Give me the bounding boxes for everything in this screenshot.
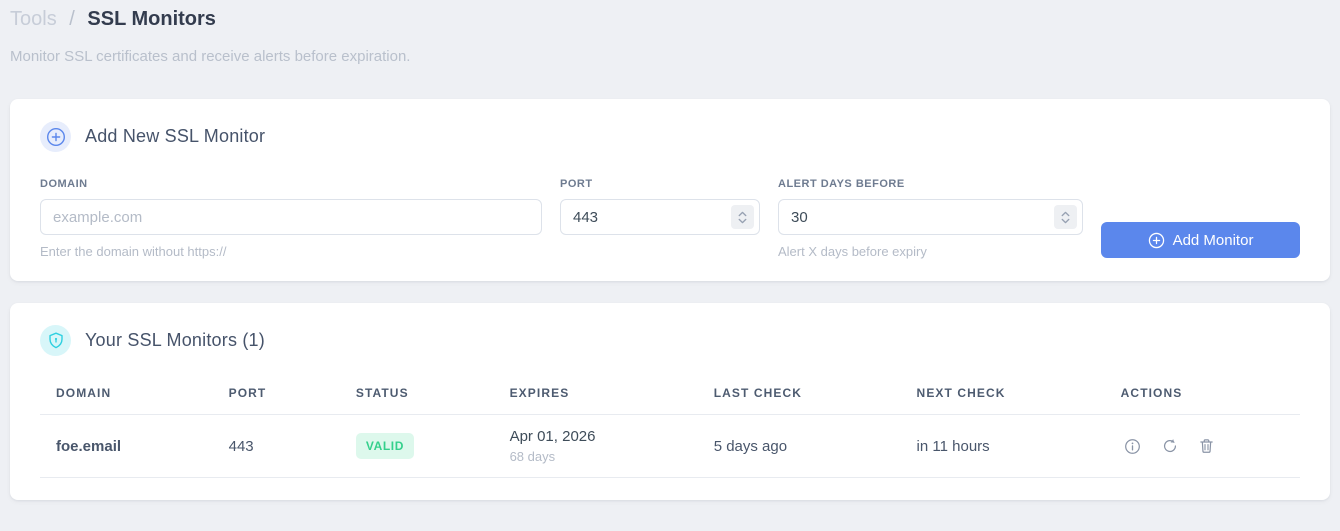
- refresh-button[interactable]: [1159, 435, 1181, 457]
- cell-domain: foe.email: [40, 414, 213, 478]
- chevron-down-icon: [738, 218, 747, 223]
- column-header-port: PORT: [212, 372, 340, 415]
- plus-circle-icon: [1148, 232, 1164, 248]
- cell-next-check: in 11 hours: [900, 414, 1105, 478]
- breadcrumb-tools-link[interactable]: Tools: [10, 8, 57, 30]
- expires-days-remaining: 68 days: [509, 449, 556, 464]
- domain-label: DOMAIN: [40, 178, 88, 190]
- column-header-domain: DOMAIN: [40, 372, 213, 415]
- add-monitor-form: DOMAIN Enter the domain without https://…: [40, 178, 1300, 259]
- port-input[interactable]: [560, 199, 760, 235]
- cell-port: 443: [212, 414, 340, 478]
- monitors-card: Your SSL Monitors (1) DOMAIN PORT STATUS…: [10, 303, 1330, 500]
- monitors-title: Your SSL Monitors (1): [85, 330, 265, 350]
- add-monitor-card: Add New SSL Monitor DOMAIN Enter the dom…: [10, 99, 1330, 281]
- add-monitor-card-header: Add New SSL Monitor: [40, 121, 1300, 152]
- trash-icon: [1200, 439, 1213, 453]
- add-monitor-button-label: Add Monitor: [1172, 231, 1254, 249]
- table-row: foe.email 443 VALID Apr 01, 2026 68 days…: [40, 414, 1300, 478]
- page-subtitle: Monitor SSL certificates and receive ale…: [10, 48, 411, 65]
- table-header-row: DOMAIN PORT STATUS EXPIRES LAST CHECK NE…: [40, 372, 1300, 415]
- plus-circle-icon: [40, 121, 71, 152]
- domain-field-group: DOMAIN Enter the domain without https://: [40, 178, 542, 259]
- chevron-up-icon: [1061, 211, 1070, 216]
- refresh-icon: [1163, 439, 1176, 453]
- alert-days-input[interactable]: [778, 199, 1083, 235]
- port-field-group: PORT: [560, 178, 760, 235]
- cell-status: VALID: [339, 414, 494, 478]
- chevron-down-icon: [1061, 218, 1070, 223]
- alert-days-field-group: ALERT DAYS BEFORE Alert X days before ex…: [778, 178, 1083, 259]
- cell-actions: [1104, 414, 1300, 478]
- page-title: SSL Monitors: [87, 8, 216, 30]
- column-header-next-check: NEXT CHECK: [900, 372, 1105, 415]
- info-button[interactable]: [1121, 435, 1144, 458]
- port-stepper[interactable]: [731, 205, 754, 229]
- info-icon: [1124, 438, 1140, 454]
- status-badge: VALID: [355, 433, 414, 459]
- ssl-monitors-page: Tools / SSL Monitors Monitor SSL certifi…: [0, 0, 1340, 500]
- shield-icon: [40, 325, 71, 356]
- column-header-status: STATUS: [339, 372, 494, 415]
- alert-days-stepper[interactable]: [1054, 205, 1077, 229]
- cell-last-check: 5 days ago: [697, 414, 901, 478]
- port-label: PORT: [560, 178, 593, 190]
- domain-hint: Enter the domain without https://: [40, 244, 227, 259]
- delete-button[interactable]: [1196, 435, 1217, 457]
- alert-days-label: ALERT DAYS BEFORE: [778, 178, 905, 190]
- monitors-card-header: Your SSL Monitors (1): [40, 325, 1300, 356]
- expires-date: Apr 01, 2026: [509, 428, 596, 445]
- column-header-expires: EXPIRES: [493, 372, 698, 415]
- alert-days-hint: Alert X days before expiry: [778, 244, 927, 259]
- breadcrumb: Tools / SSL Monitors: [10, 6, 1330, 32]
- cell-expires: Apr 01, 2026 68 days: [493, 414, 698, 478]
- domain-input[interactable]: [40, 199, 542, 235]
- column-header-last-check: LAST CHECK: [697, 372, 901, 415]
- column-header-actions: ACTIONS: [1104, 372, 1300, 415]
- monitors-table: DOMAIN PORT STATUS EXPIRES LAST CHECK NE…: [40, 372, 1300, 478]
- add-monitor-button[interactable]: Add Monitor: [1101, 222, 1300, 258]
- add-monitor-title: Add New SSL Monitor: [85, 126, 266, 146]
- chevron-up-icon: [738, 211, 747, 216]
- breadcrumb-separator: /: [69, 8, 75, 30]
